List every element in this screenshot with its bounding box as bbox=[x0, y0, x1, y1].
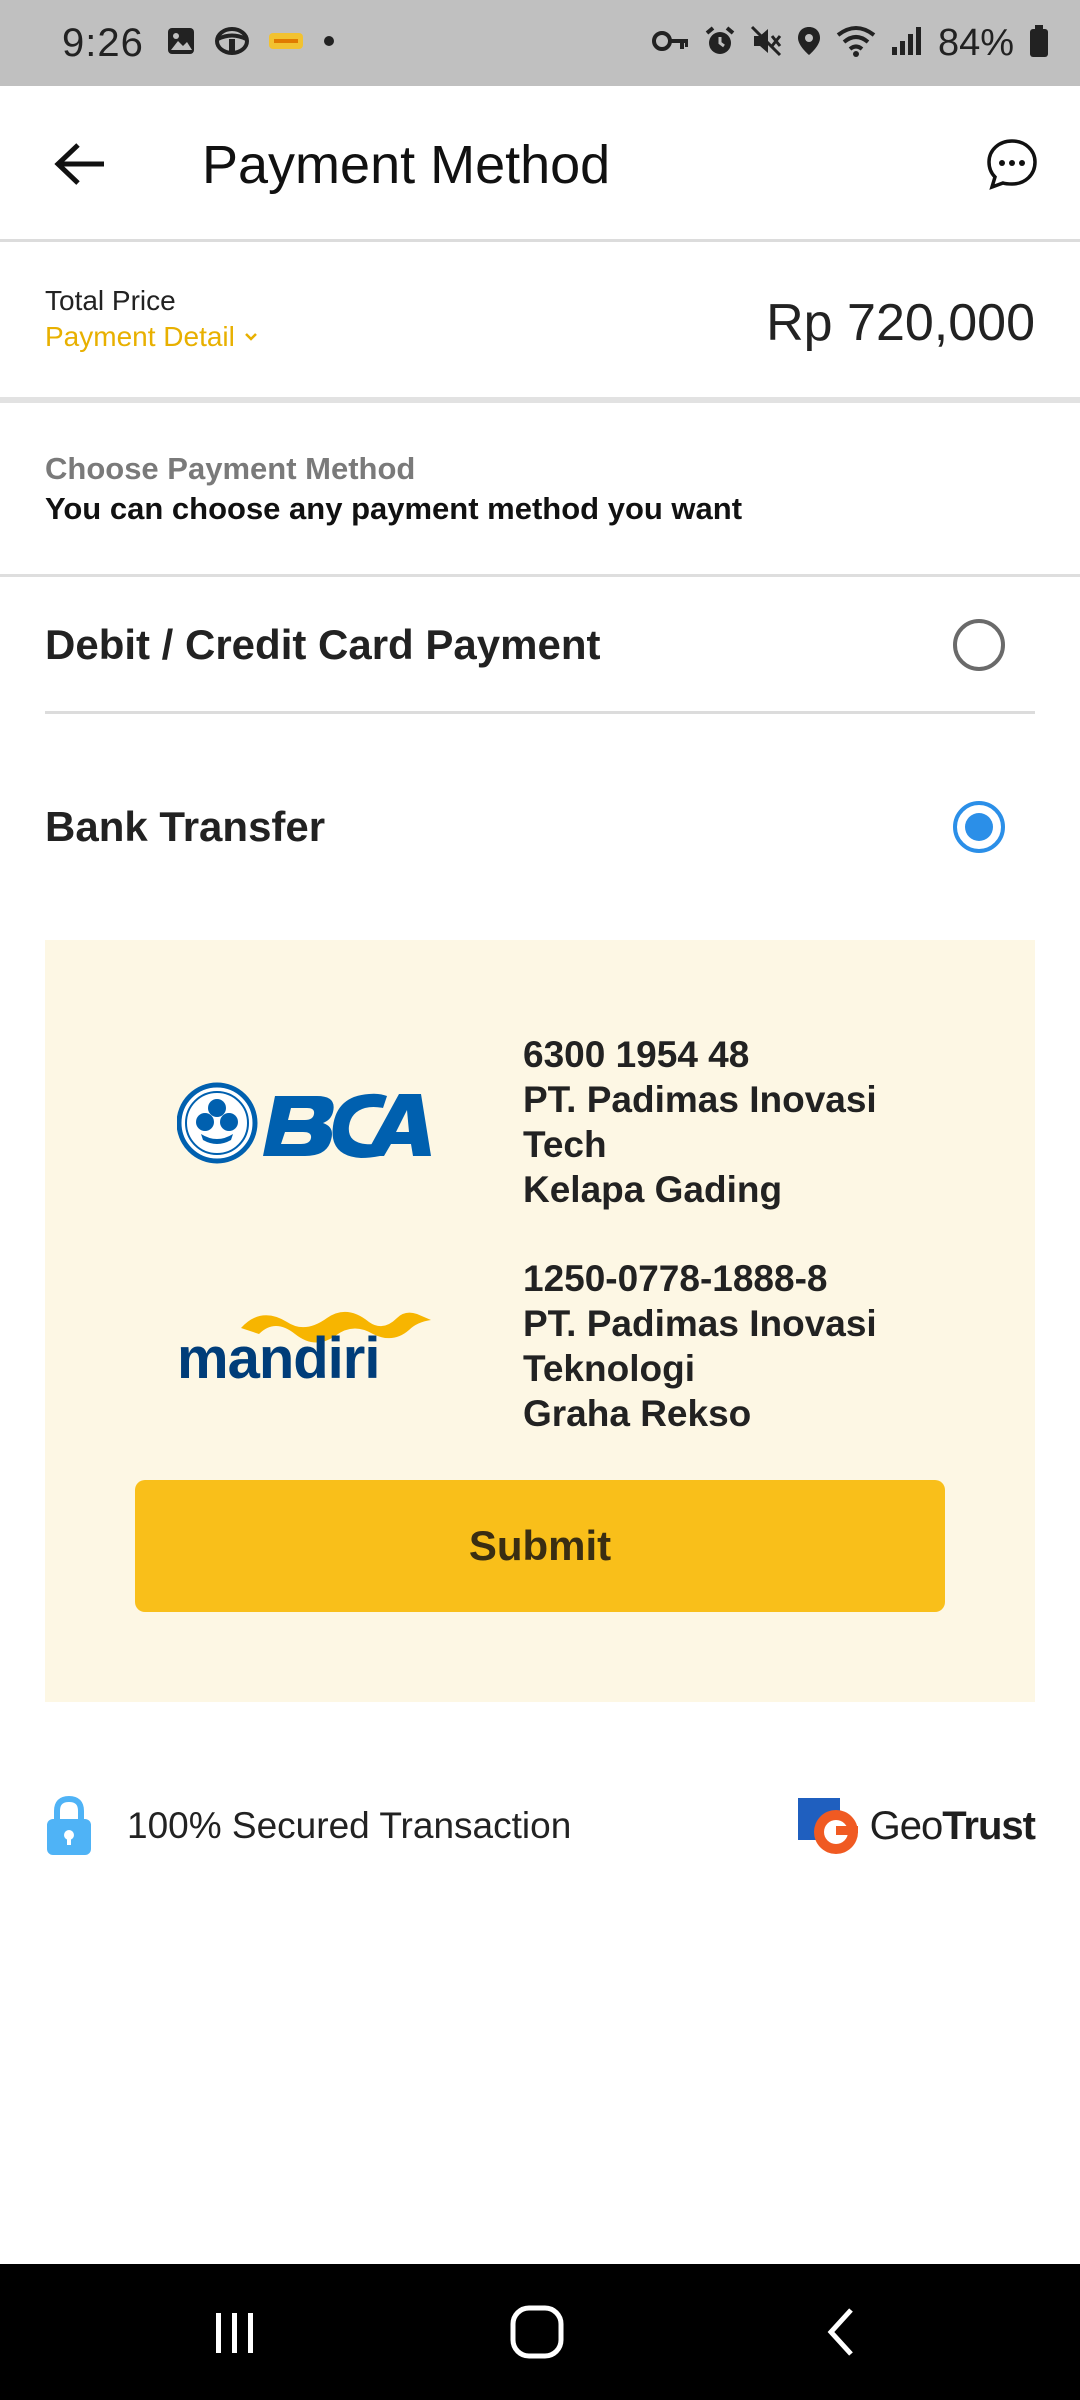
battery-percent: 84% bbox=[937, 21, 1014, 64]
option-divider bbox=[45, 711, 1035, 714]
mandiri-account-holder-line2: Teknologi bbox=[523, 1348, 695, 1389]
mandiri-account-number: 1250-0778-1888-8 bbox=[523, 1258, 828, 1299]
bca-account-number: 6300 1954 48 bbox=[523, 1034, 750, 1075]
status-right-icons: 84% bbox=[651, 21, 1050, 65]
submit-button[interactable]: Submit bbox=[135, 1480, 945, 1612]
alarm-icon bbox=[704, 25, 736, 62]
choose-payment-subtitle: You can choose any payment method you wa… bbox=[45, 491, 743, 526]
radio-bank-transfer[interactable] bbox=[953, 801, 1005, 853]
nav-back-icon bbox=[827, 2308, 853, 2356]
geotrust-geo: Geo bbox=[869, 1803, 944, 1848]
svg-text:mandiri: mandiri bbox=[177, 1326, 380, 1390]
bca-account-holder-line1: PT. Padimas Inovasi bbox=[523, 1079, 877, 1120]
choose-payment-title: Choose Payment Method bbox=[45, 451, 416, 486]
battery-icon bbox=[1028, 24, 1050, 63]
option-card-payment-label: Debit / Credit Card Payment bbox=[45, 621, 601, 668]
steering-wheel-icon bbox=[214, 26, 250, 61]
mute-icon bbox=[750, 25, 782, 62]
radio-card-payment[interactable] bbox=[953, 619, 1005, 671]
bca-account-holder-line2: Tech bbox=[523, 1124, 607, 1165]
total-price-label: Total Price bbox=[45, 285, 176, 316]
secure-transaction-row: 100% Secured Transaction GeoTrust bbox=[45, 1790, 1036, 1862]
choose-payment-header: Choose Payment Method You can choose any… bbox=[0, 409, 1080, 577]
bca-account-info: 6300 1954 48 PT. Padimas Inovasi Tech Ke… bbox=[523, 1032, 877, 1212]
option-bank-transfer-label: Bank Transfer bbox=[45, 803, 326, 850]
location-icon bbox=[796, 25, 822, 62]
app-bar: Payment Method bbox=[0, 86, 1080, 242]
back-button[interactable] bbox=[48, 132, 112, 196]
geotrust-trust: Trust bbox=[942, 1803, 1036, 1848]
wifi-icon bbox=[836, 25, 876, 62]
status-bar: 9:26 84% bbox=[0, 0, 1080, 86]
mandiri-account-info: 1250-0778-1888-8 PT. Padimas Inovasi Tek… bbox=[523, 1256, 877, 1436]
option-bank-transfer[interactable]: Bank Transfer bbox=[45, 762, 1035, 892]
chat-button[interactable] bbox=[980, 132, 1044, 196]
mandiri-account-holder-line1: PT. Padimas Inovasi bbox=[523, 1303, 877, 1344]
secure-transaction-text: 100% Secured Transaction bbox=[127, 1805, 572, 1846]
geotrust-logo: GeoTrust bbox=[796, 1796, 1036, 1856]
mandiri-logo: mandiri bbox=[177, 1300, 431, 1391]
geotrust-wordmark: GeoTrust bbox=[869, 1803, 1036, 1849]
option-card-payment[interactable]: Debit / Credit Card Payment bbox=[45, 580, 1035, 710]
home-icon bbox=[510, 2305, 564, 2359]
status-time: 9:26 bbox=[62, 20, 144, 65]
home-button[interactable] bbox=[492, 2294, 582, 2370]
total-price-section: Total Price Payment Detail Rp 720,000 bbox=[0, 245, 1080, 403]
bank-transfer-panel: 6300 1954 48 PT. Padimas Inovasi Tech Ke… bbox=[45, 940, 1035, 1702]
chevron-down-icon bbox=[244, 333, 257, 341]
nav-back-button[interactable] bbox=[796, 2294, 886, 2370]
lock-icon bbox=[47, 1795, 91, 1855]
mandiri-branch: Graha Rekso bbox=[523, 1393, 752, 1434]
key-icon bbox=[651, 28, 690, 59]
chat-bubble-icon bbox=[987, 139, 1037, 190]
dot-icon bbox=[322, 34, 336, 53]
geotrust-mark-icon bbox=[797, 1798, 858, 1854]
recent-apps-icon bbox=[216, 2313, 253, 2353]
app-badge-icon bbox=[268, 30, 304, 57]
total-price-amount: Rp 720,000 bbox=[766, 294, 1035, 352]
payment-detail-link[interactable]: Payment Detail bbox=[45, 321, 259, 353]
bca-logo bbox=[176, 1078, 431, 1168]
page-title: Payment Method bbox=[202, 135, 611, 195]
bca-branch: Kelapa Gading bbox=[523, 1169, 783, 1210]
payment-detail-label: Payment Detail bbox=[45, 321, 235, 352]
arrow-left-icon bbox=[54, 143, 104, 185]
image-icon bbox=[166, 26, 196, 61]
recent-apps-button[interactable] bbox=[190, 2294, 280, 2370]
system-nav-bar bbox=[0, 2264, 1080, 2400]
signal-icon bbox=[890, 25, 924, 62]
status-left-icons bbox=[166, 26, 336, 61]
